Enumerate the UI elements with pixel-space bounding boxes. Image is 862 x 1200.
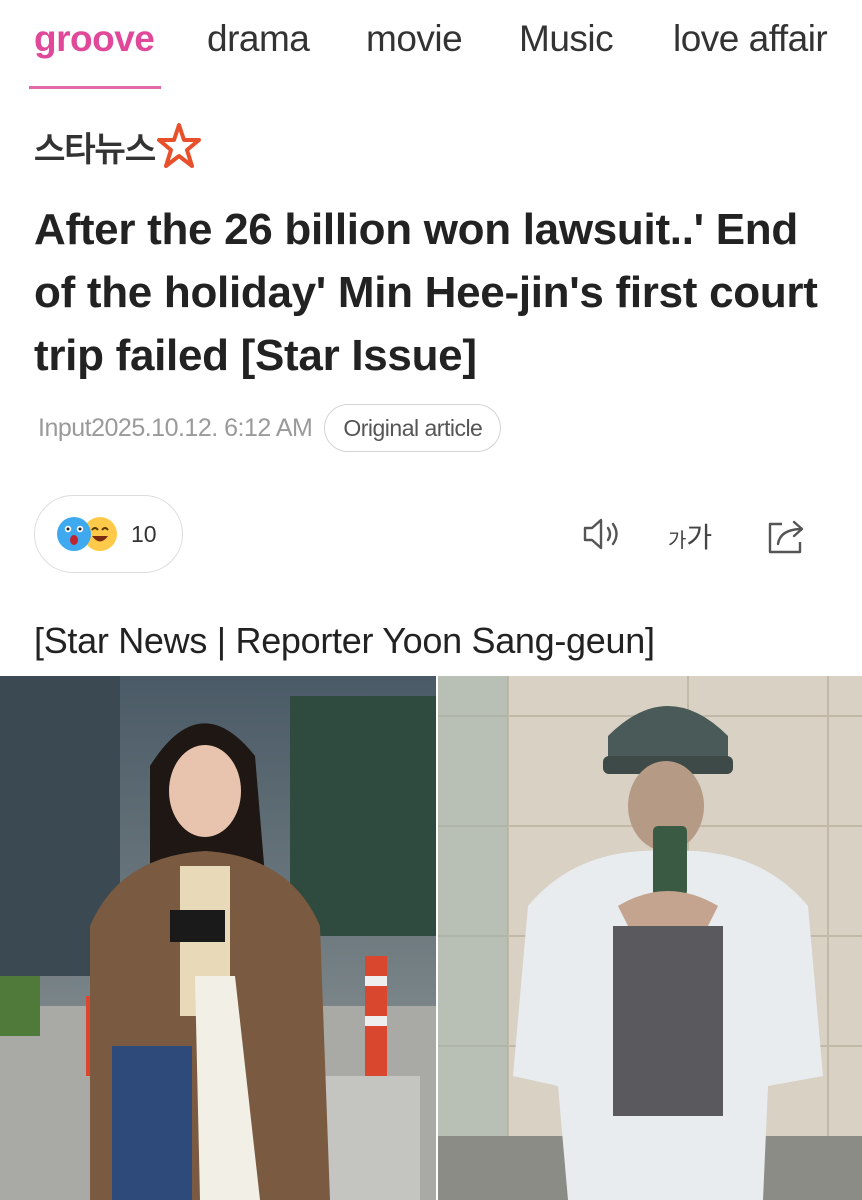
star-icon — [157, 123, 202, 168]
font-size-icon[interactable]: 가가 — [668, 516, 712, 556]
article-headline: After the 26 billion won lawsuit..' End … — [34, 205, 818, 380]
article-meta: Input2025.10.12. 6:12 AM Original articl… — [38, 404, 502, 452]
input-timestamp: Input2025.10.12. 6:12 AM — [38, 413, 313, 442]
article-byline: [Star News | Reporter Yoon Sang-geun] — [34, 620, 655, 661]
shocked-emoji-icon — [57, 517, 91, 551]
share-icon[interactable] — [766, 514, 810, 556]
reaction-count: 10 — [131, 520, 157, 547]
original-article-button[interactable]: Original article — [324, 404, 502, 452]
active-tab-indicator — [29, 86, 161, 89]
font-size-small-label: 가 — [668, 530, 687, 552]
tab-groove[interactable]: groove — [34, 18, 155, 60]
tab-music[interactable]: Music — [519, 18, 614, 60]
article-photo-right — [438, 676, 862, 1200]
reaction-button[interactable]: 10 — [34, 495, 183, 573]
font-size-large-label: 가 — [686, 522, 713, 553]
article-photo-left — [0, 676, 436, 1200]
publisher-logo[interactable]: 스타뉴스 — [34, 120, 202, 172]
tab-movie[interactable]: movie — [366, 18, 463, 60]
tab-love-affair[interactable]: love affair — [673, 18, 828, 60]
publisher-name: 스타뉴스 — [34, 130, 156, 169]
tab-drama[interactable]: drama — [207, 18, 310, 60]
speaker-icon[interactable] — [582, 514, 626, 554]
category-nav: groove drama movie Music love affair — [0, 0, 862, 90]
